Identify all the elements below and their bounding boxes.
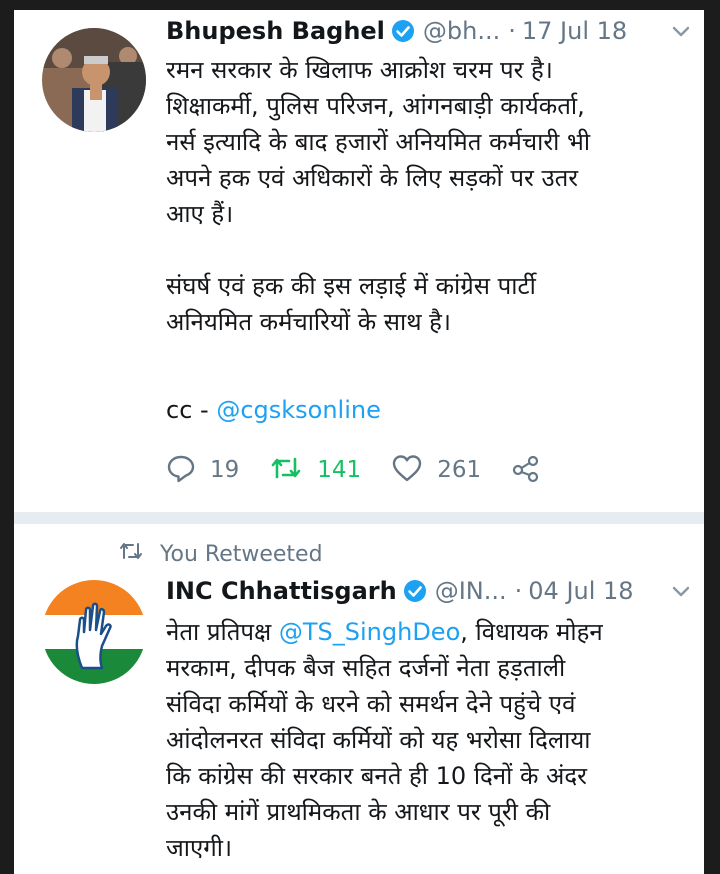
author-handle[interactable]: @IN...: [435, 577, 507, 605]
retweet-count: 141: [317, 457, 362, 483]
author-handle[interactable]: @bh...: [423, 17, 500, 45]
mention-link[interactable]: @TS_SinghDeo: [279, 618, 460, 646]
tweet-inc-chhattisgarh[interactable]: You Retweeted INC Chhattisgarh @IN... · …: [14, 524, 704, 874]
share-icon: [511, 453, 541, 487]
retweet-icon: [269, 453, 303, 487]
author-name[interactable]: INC Chhattisgarh: [166, 577, 397, 605]
reply-button[interactable]: 19: [166, 453, 239, 487]
twitter-screen: Bhupesh Baghel @bh... · 17 Jul 18 रमन सर…: [14, 10, 704, 874]
tweet-actions: 19 141 261: [166, 450, 571, 490]
tweet-header: INC Chhattisgarh @IN... · 04 Jul 18: [166, 574, 692, 608]
like-count: 261: [437, 457, 482, 483]
tweet-text: रमन सरकार के खिलाफ आक्रोश चरम पर है। शिक…: [166, 56, 591, 336]
tweet-text-start: नेता प्रतिपक्ष: [166, 618, 279, 646]
verified-badge-icon: [403, 579, 427, 603]
tweet-bhupesh-baghel[interactable]: Bhupesh Baghel @bh... · 17 Jul 18 रमन सर…: [14, 10, 704, 512]
tweet-date[interactable]: 04 Jul 18: [528, 577, 633, 605]
retweet-context: You Retweeted: [118, 538, 323, 570]
reply-count: 19: [210, 457, 240, 483]
cc-prefix: cc -: [166, 396, 217, 424]
mention-link[interactable]: @cgsksonline: [216, 396, 381, 424]
separator-dot: ·: [514, 577, 523, 605]
cc-line: cc - @cgsksonline: [166, 396, 381, 424]
tweet-date[interactable]: 17 Jul 18: [522, 17, 627, 45]
avatar[interactable]: [42, 28, 146, 132]
heart-icon: [391, 453, 423, 487]
tweet-text-rest: , विधायक मोहन मरकाम, दीपक बैज सहित दर्जन…: [166, 618, 603, 862]
reply-icon: [166, 453, 196, 487]
retweet-icon: [118, 540, 144, 568]
author-name[interactable]: Bhupesh Baghel: [166, 17, 385, 45]
share-button[interactable]: [511, 453, 541, 487]
retweet-button[interactable]: 141: [269, 453, 361, 487]
separator-dot: ·: [508, 17, 516, 45]
chevron-down-icon[interactable]: [670, 580, 692, 606]
avatar[interactable]: [42, 580, 146, 684]
chevron-down-icon[interactable]: [670, 20, 692, 46]
tweet-header: Bhupesh Baghel @bh... · 17 Jul 18: [166, 14, 692, 48]
tweet-divider: [14, 512, 704, 524]
verified-badge-icon: [391, 19, 415, 43]
like-button[interactable]: 261: [391, 453, 481, 487]
retweet-label: You Retweeted: [160, 541, 323, 567]
tweet-text: नेता प्रतिपक्ष @TS_SinghDeo, विधायक मोहन…: [166, 614, 684, 866]
